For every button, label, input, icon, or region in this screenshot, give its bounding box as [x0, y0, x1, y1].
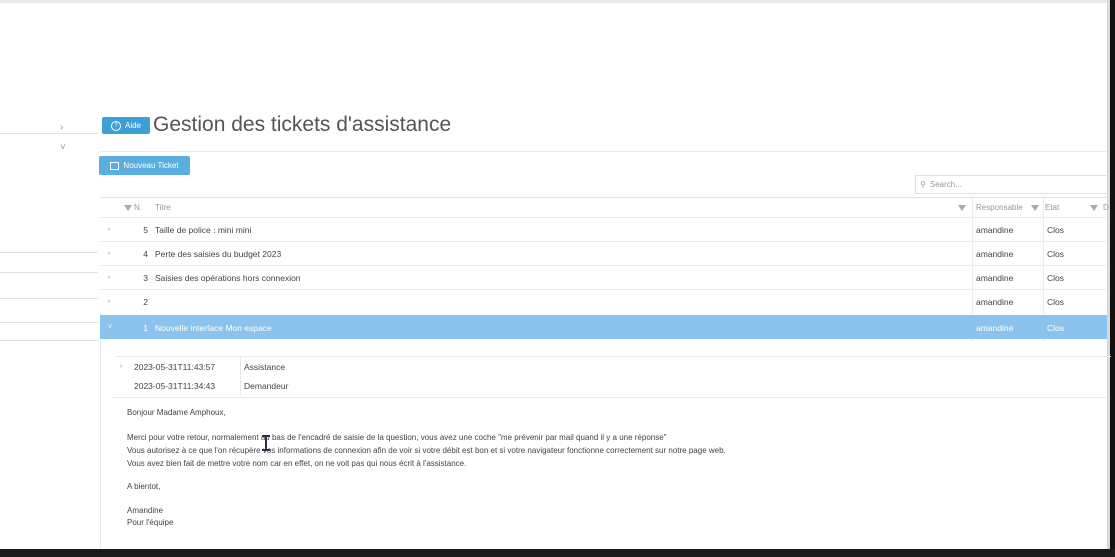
ticket-status: Clos: [1047, 272, 1065, 283]
history-date: 2023-05-31T11:34:43: [134, 380, 216, 391]
message-history-grid: › 2023-05-31T11:43:57 Assistance 2023-05…: [116, 356, 1111, 397]
message-line: Merci pour votre retour, normalement au …: [127, 433, 667, 442]
history-type: Assistance: [244, 361, 286, 372]
row-collapse-icon[interactable]: ˅: [108, 316, 112, 339]
ticket-number: 3: [143, 272, 148, 283]
nav-divider: [0, 340, 98, 341]
filter-icon[interactable]: [1090, 204, 1098, 211]
nav-divider: [0, 272, 98, 273]
nav-divider: [0, 133, 98, 134]
message-line: Pour l'équipe: [127, 518, 174, 527]
message-line: Vous autorisez à ce que l'on récupère vo…: [127, 446, 726, 455]
row-expand-icon[interactable]: ›: [120, 357, 122, 376]
ticket-title: Nouvelle interface Mon espace: [155, 322, 272, 333]
ticket-number: 2: [143, 296, 148, 307]
table-row[interactable]: › 2 amandine Clos: [100, 289, 1107, 313]
left-navigation: › ˅: [0, 112, 98, 352]
nav-divider: [0, 252, 98, 253]
column-header-title[interactable]: Titre: [155, 198, 171, 217]
nav-divider: [0, 322, 98, 323]
filter-icon[interactable]: [958, 204, 966, 211]
help-icon: ?: [110, 120, 121, 131]
search-input[interactable]: ⚲ Search...: [915, 175, 1110, 194]
row-expand-icon[interactable]: ›: [108, 266, 110, 289]
column-header-number[interactable]: N.: [124, 198, 142, 217]
ticket-status: Clos: [1047, 248, 1065, 259]
search-placeholder: Search...: [929, 180, 962, 189]
text-cursor-icon: [262, 435, 271, 451]
message-line: Amandine: [127, 506, 164, 515]
ticket-number: 5: [143, 224, 148, 235]
window-bottom-border: [0, 549, 1115, 557]
ticket-detail-panel: › 2023-05-31T11:43:57 Assistance 2023-05…: [100, 341, 1111, 549]
ticket-title: Perte des saisies du budget 2023: [155, 248, 282, 259]
ticket-responsable: amandine: [976, 296, 1014, 307]
help-label: Aide: [124, 121, 141, 130]
message-line: Vous avez bien fait de mettre votre nom …: [127, 459, 467, 468]
history-row[interactable]: 2023-05-31T11:34:43 Demandeur: [116, 376, 1111, 395]
ticket-number: 4: [143, 248, 148, 259]
ticket-responsable: amandine: [976, 224, 1014, 235]
ticket-responsable: amandine: [976, 248, 1014, 259]
row-expand-icon[interactable]: ›: [108, 290, 110, 313]
ticket-responsable: amandine: [976, 272, 1014, 283]
column-header-d[interactable]: D: [1090, 198, 1109, 217]
ticket-status: Clos: [1047, 224, 1065, 235]
new-ticket-label: Nouveau Ticket: [123, 161, 179, 170]
ticket-responsable: amandine: [976, 322, 1014, 333]
table-row[interactable]: › 3 Saisies des opérations hors connexio…: [100, 265, 1107, 289]
new-ticket-button[interactable]: Nouveau Ticket: [99, 156, 190, 175]
ticket-number: 1: [143, 322, 148, 333]
page-title: Gestion des tickets d'assistance: [153, 113, 452, 136]
ticket-title: Taille de police : mini mini: [155, 224, 252, 235]
table-row[interactable]: › 5 Taille de police : mini mini amandin…: [100, 217, 1107, 241]
title-divider: [100, 151, 1107, 152]
ticket-title: Saisies des opérations hors connexion: [155, 272, 301, 283]
row-expand-icon[interactable]: ›: [108, 218, 110, 241]
history-date: 2023-05-31T11:43:57: [134, 361, 216, 372]
ticket-status: Clos: [1047, 322, 1065, 333]
nav-collapse-icon[interactable]: ˅: [60, 142, 66, 153]
filter-icon[interactable]: [124, 204, 132, 211]
history-type: Demandeur: [244, 380, 289, 391]
table-row-selected[interactable]: ˅ 1 Nouvelle interface Mon espace amandi…: [100, 315, 1107, 339]
ticket-status: Clos: [1047, 296, 1065, 307]
help-button[interactable]: ? Aide: [102, 117, 150, 134]
filter-icon[interactable]: [1031, 204, 1039, 211]
nav-divider: [0, 298, 98, 299]
row-expand-icon[interactable]: ›: [108, 242, 110, 265]
new-ticket-icon: [110, 161, 120, 170]
window-right-border: [1110, 0, 1115, 557]
column-header-responsable[interactable]: Responsable: [958, 198, 1023, 217]
message-body: Bonjour Madame Amphoux, Merci pour votre…: [111, 397, 1106, 548]
window-top-edge: [0, 0, 1115, 3]
column-header-etat[interactable]: Etat: [1031, 198, 1059, 217]
message-line: A bientot,: [127, 482, 161, 491]
search-icon: ⚲: [920, 180, 926, 189]
message-line: Bonjour Madame Amphoux,: [127, 408, 226, 417]
nav-expand-icon[interactable]: ›: [60, 122, 63, 133]
table-row[interactable]: › 4 Perte des saisies du budget 2023 ama…: [100, 241, 1107, 265]
grid-header: N. Titre Responsable Etat D: [100, 198, 1109, 217]
history-row[interactable]: › 2023-05-31T11:43:57 Assistance: [116, 357, 1111, 376]
